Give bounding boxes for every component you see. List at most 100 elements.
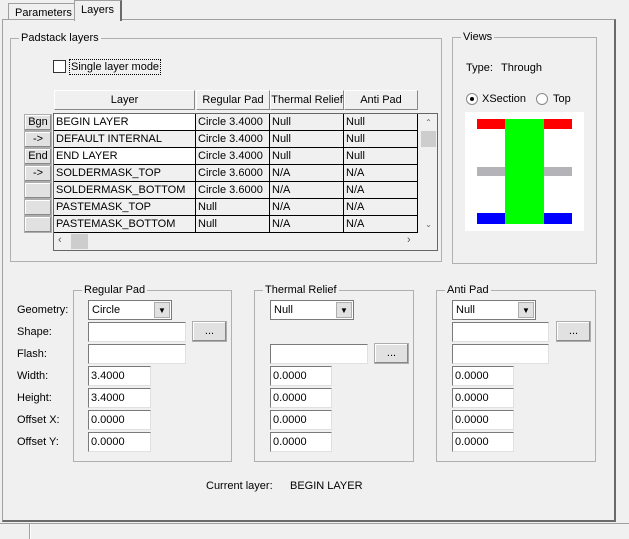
column-header-anti-pad[interactable]: Anti Pad (344, 90, 418, 110)
scroll-thumb[interactable] (421, 131, 436, 147)
anti-pad-shape-input[interactable] (452, 322, 549, 342)
scroll-right-icon[interactable]: › (407, 234, 411, 246)
cell-layer[interactable]: PASTEMASK_TOP (54, 199, 196, 216)
anti-pad-height-input[interactable]: 0.0000 (452, 388, 514, 408)
regular-pad-offset-x-input[interactable]: 0.0000 (88, 410, 151, 430)
height-label: Height: (17, 392, 52, 404)
row-marker-button[interactable]: -> (24, 165, 52, 182)
group-title: Regular Pad (82, 283, 148, 297)
cell-thermal-relief[interactable]: N/A (270, 165, 344, 182)
cell-regular-pad[interactable]: Circle 3.6000 (196, 182, 270, 199)
cell-layer[interactable]: END LAYER (54, 148, 196, 165)
cell-regular-pad[interactable]: Circle 3.6000 (196, 165, 270, 182)
cell-thermal-relief[interactable]: Null (270, 114, 344, 131)
top-radio[interactable] (536, 93, 548, 105)
row-marker-button[interactable]: End (24, 148, 52, 165)
group-title: Anti Pad (445, 283, 491, 297)
cell-regular-pad[interactable]: Circle 3.4000 (196, 148, 270, 165)
tab-parameters[interactable]: Parameters (8, 3, 79, 20)
row-marker-button[interactable]: -> (24, 131, 52, 148)
row-marker-button[interactable]: Bgn (24, 114, 52, 131)
cell-thermal-relief[interactable]: Null (270, 131, 344, 148)
scroll-thumb[interactable] (71, 234, 88, 249)
single-layer-mode-checkbox[interactable] (53, 60, 66, 73)
status-bar (0, 523, 629, 539)
cross-section-preview (465, 112, 584, 231)
cell-layer[interactable]: SOLDERMASK_BOTTOM (54, 182, 196, 199)
cell-regular-pad[interactable]: Circle 3.4000 (196, 114, 270, 131)
column-header-regular-pad[interactable]: Regular Pad (196, 90, 270, 110)
cell-anti-pad[interactable]: N/A (344, 199, 418, 216)
cell-thermal-relief[interactable]: N/A (270, 216, 344, 233)
row-marker-button[interactable] (24, 182, 52, 199)
scroll-up-icon[interactable]: ⌃ (420, 114, 437, 131)
row-marker-button[interactable] (24, 216, 52, 233)
anti-pad-offset-y-input[interactable]: 0.0000 (452, 432, 514, 452)
offset-x-label: Offset X: (17, 414, 60, 426)
current-layer-label: Current layer: (206, 480, 273, 492)
type-value: Through (501, 62, 542, 74)
regular-pad-flash-input[interactable] (88, 344, 186, 364)
anti-pad-flash-input[interactable] (452, 344, 549, 364)
thermal-relief-offset-x-input[interactable]: 0.0000 (270, 410, 332, 430)
group-title: Views (461, 30, 495, 44)
regular-pad-shape-browse-button[interactable]: ... (192, 321, 227, 342)
cell-anti-pad[interactable]: Null (344, 114, 418, 131)
flash-label: Flash: (17, 348, 47, 360)
thermal-relief-offset-y-input[interactable]: 0.0000 (270, 432, 332, 452)
group-title: Thermal Relief (263, 283, 339, 297)
cell-layer[interactable]: DEFAULT INTERNAL (54, 131, 196, 148)
thermal-relief-height-input[interactable]: 0.0000 (270, 388, 332, 408)
dropdown-arrow-icon[interactable]: ▼ (518, 302, 534, 318)
scroll-left-icon[interactable]: ‹ (58, 234, 62, 246)
thermal-relief-width-input[interactable]: 0.0000 (270, 366, 332, 386)
thermal-relief-flash-input[interactable] (270, 344, 368, 364)
anti-pad-width-input[interactable]: 0.0000 (452, 366, 514, 386)
cell-regular-pad[interactable]: Null (196, 216, 270, 233)
cell-regular-pad[interactable]: Circle 3.4000 (196, 131, 270, 148)
type-label: Type: (466, 62, 493, 74)
cell-thermal-relief[interactable]: Null (270, 148, 344, 165)
horizontal-scrollbar[interactable]: ‹ › (54, 233, 420, 250)
offset-y-label: Offset Y: (17, 436, 59, 448)
regular-pad-shape-input[interactable] (88, 322, 186, 342)
column-header-layer[interactable]: Layer (54, 90, 195, 110)
group-title: Padstack layers (19, 31, 101, 45)
top-label[interactable]: Top (553, 92, 571, 106)
cell-anti-pad[interactable]: N/A (344, 165, 418, 182)
thermal-relief-flash-browse-button[interactable]: ... (374, 343, 409, 364)
cell-layer[interactable]: SOLDERMASK_TOP (54, 165, 196, 182)
cell-thermal-relief[interactable]: N/A (270, 199, 344, 216)
regular-pad-offset-y-input[interactable]: 0.0000 (88, 432, 151, 452)
dropdown-arrow-icon[interactable]: ▼ (336, 302, 352, 318)
single-layer-mode-label[interactable]: Single layer mode (69, 59, 162, 75)
selected-value: Circle (92, 304, 121, 316)
cell-regular-pad[interactable]: Null (196, 199, 270, 216)
cell-anti-pad[interactable]: N/A (344, 216, 418, 233)
current-layer-value: BEGIN LAYER (290, 480, 363, 492)
cell-layer[interactable]: PASTEMASK_BOTTOM (54, 216, 196, 233)
dropdown-arrow-icon[interactable]: ▼ (154, 302, 170, 318)
xsection-label[interactable]: XSection (482, 92, 526, 106)
geometry-label: Geometry: (17, 304, 69, 316)
cell-thermal-relief[interactable]: N/A (270, 182, 344, 199)
xsection-radio[interactable] (466, 93, 478, 105)
drill-hole (505, 119, 544, 224)
regular-pad-width-input[interactable]: 3.4000 (88, 366, 151, 386)
cell-anti-pad[interactable]: Null (344, 148, 418, 165)
regular-pad-geometry-select[interactable]: Circle ▼ (88, 300, 172, 320)
vertical-scrollbar[interactable]: ⌃ ⌄ (420, 114, 437, 233)
scroll-down-icon[interactable]: ⌄ (420, 216, 437, 233)
thermal-relief-geometry-select[interactable]: Null ▼ (270, 300, 354, 320)
cell-layer[interactable]: BEGIN LAYER (54, 114, 196, 131)
anti-pad-shape-browse-button[interactable]: ... (556, 321, 591, 342)
column-header-thermal-relief[interactable]: Thermal Relief (270, 90, 344, 110)
row-marker-button[interactable] (24, 199, 52, 216)
cell-anti-pad[interactable]: Null (344, 131, 418, 148)
tab-layers[interactable]: Layers (74, 0, 123, 21)
anti-pad-geometry-select[interactable]: Null ▼ (452, 300, 536, 320)
regular-pad-height-input[interactable]: 3.4000 (88, 388, 151, 408)
anti-pad-offset-x-input[interactable]: 0.0000 (452, 410, 514, 430)
cell-anti-pad[interactable]: N/A (344, 182, 418, 199)
width-label: Width: (17, 370, 49, 382)
